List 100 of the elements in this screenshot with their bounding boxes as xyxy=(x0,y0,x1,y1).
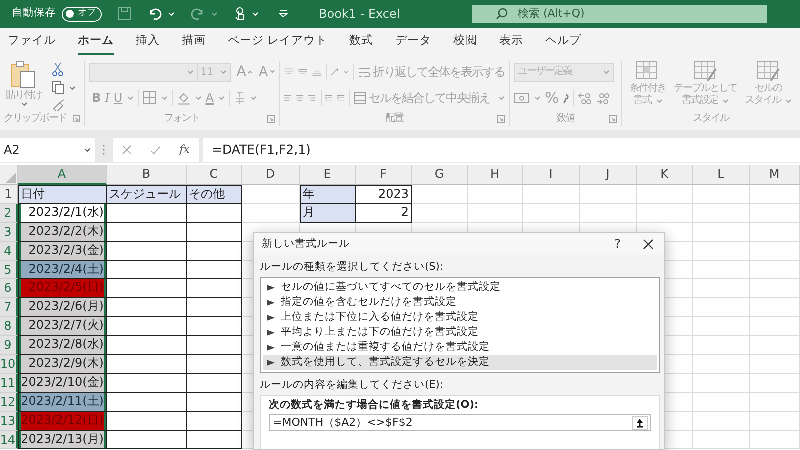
group-label: 数値 xyxy=(556,113,574,125)
column-header[interactable]: H xyxy=(468,165,523,185)
empty-cell xyxy=(750,204,800,223)
borders-icon[interactable] xyxy=(142,91,157,105)
customize-icon[interactable] xyxy=(279,10,288,18)
column-header[interactable]: C xyxy=(187,165,242,185)
touch-mode-icon[interactable] xyxy=(234,6,246,22)
table-cell xyxy=(187,279,242,298)
scissors-icon[interactable] xyxy=(52,62,64,77)
empty-cell xyxy=(750,392,800,412)
dialog-launcher-icon[interactable] xyxy=(497,114,505,123)
column-header[interactable]: F xyxy=(356,165,412,185)
select-all-icon[interactable] xyxy=(6,173,16,183)
decrease-decimal-icon[interactable] xyxy=(596,92,610,104)
rule-type-item[interactable]: 数式を使用して、書式設定するセルを決定 xyxy=(263,355,657,370)
empty-cell xyxy=(693,222,750,242)
row-number[interactable]: 11 xyxy=(0,374,18,393)
merge-cells-icon xyxy=(354,92,368,104)
row-number[interactable]: 1 xyxy=(0,185,18,204)
ribbon-tab[interactable]: ページ レイアウト xyxy=(228,31,328,55)
column-header[interactable]: I xyxy=(523,165,580,185)
ribbon-tab[interactable]: 表示 xyxy=(500,31,524,55)
table-cell xyxy=(187,317,242,336)
ribbon-tab[interactable]: 描画 xyxy=(182,31,206,55)
caret-icon xyxy=(220,70,227,74)
font-name-field[interactable] xyxy=(89,62,198,82)
ribbon-tab[interactable]: 校閲 xyxy=(454,31,478,55)
column-heading: 日付 xyxy=(18,185,107,204)
enter-icon[interactable] xyxy=(150,146,162,154)
column-header[interactable]: B xyxy=(107,165,187,185)
search-icon xyxy=(496,8,508,20)
row-number[interactable]: 8 xyxy=(0,317,18,336)
table-cell: 年 xyxy=(300,185,356,204)
collapse-dialog-icon[interactable] xyxy=(632,416,648,430)
phonetic-guide-icon[interactable] xyxy=(234,91,246,105)
table-cell xyxy=(187,336,242,356)
column-header[interactable]: G xyxy=(412,165,468,185)
column-header[interactable]: K xyxy=(637,165,693,185)
row-number[interactable]: 5 xyxy=(0,260,18,280)
empty-cell xyxy=(693,260,750,280)
row-number[interactable]: 9 xyxy=(0,336,18,356)
ribbon-tab[interactable]: 数式 xyxy=(350,31,374,55)
caret-icon xyxy=(168,12,175,16)
caret-icon xyxy=(252,12,259,16)
column-header[interactable]: D xyxy=(242,165,300,185)
save-icon[interactable] xyxy=(118,7,132,21)
row-number[interactable]: 10 xyxy=(0,355,18,374)
empty-cell xyxy=(693,355,750,374)
redo-icon[interactable] xyxy=(191,7,205,21)
row-number[interactable]: 4 xyxy=(0,242,18,261)
column-header[interactable]: J xyxy=(580,165,637,185)
empty-cell xyxy=(693,185,750,204)
row-number[interactable]: 14 xyxy=(0,430,18,450)
cancel-icon[interactable] xyxy=(122,145,132,155)
row-number[interactable]: 6 xyxy=(0,279,18,298)
date-cell: 2023/2/10(金) xyxy=(18,374,107,393)
help-button[interactable]: ? xyxy=(608,238,627,250)
empty-cell xyxy=(750,430,800,450)
row-number[interactable]: 13 xyxy=(0,412,18,431)
increase-decimal-icon[interactable] xyxy=(578,92,592,104)
dialog-launcher-icon[interactable] xyxy=(609,114,617,123)
fill-color-icon[interactable] xyxy=(176,91,191,105)
copy-icon[interactable] xyxy=(52,81,65,95)
empty-cell xyxy=(750,298,800,318)
column-header[interactable]: E xyxy=(300,165,356,185)
row-number[interactable]: 3 xyxy=(0,222,18,242)
window-title: Book1 - Excel xyxy=(318,6,402,23)
formula-input[interactable]: =MONTH（$A2）<>$F$2 xyxy=(269,414,651,431)
dialog-launcher-icon[interactable] xyxy=(73,115,80,123)
undo-icon[interactable] xyxy=(148,7,162,21)
ribbon-tab[interactable]: ヘルプ xyxy=(546,31,582,55)
caret-icon xyxy=(498,96,506,100)
date-cell: 2023/2/5(日) xyxy=(18,279,107,298)
row-number[interactable]: 2 xyxy=(0,204,18,223)
formula-field[interactable]: =DATE(F1,F2,1) xyxy=(203,138,800,162)
date-cell: 2023/2/2(木) xyxy=(18,222,107,242)
close-icon[interactable] xyxy=(643,238,654,250)
insert-function-button[interactable]: fx xyxy=(180,142,190,158)
comma-style-icon[interactable] xyxy=(563,92,570,104)
cell-styles-icon xyxy=(756,61,780,83)
autosave-toggle[interactable]: オフ xyxy=(62,6,102,22)
empty-cell xyxy=(750,355,800,374)
ribbon-tab[interactable]: ファイル xyxy=(8,31,56,55)
accounting-format-icon[interactable] xyxy=(514,92,530,104)
caret-up-icon xyxy=(248,70,254,74)
row-number[interactable]: 7 xyxy=(0,298,18,318)
search-field[interactable]: 検索 (Alt+Q) xyxy=(472,5,767,23)
dialog-launcher-icon[interactable] xyxy=(267,114,275,123)
format-painter-icon[interactable] xyxy=(52,99,66,111)
name-box[interactable]: A2 xyxy=(0,138,95,162)
column-header[interactable]: M xyxy=(750,165,800,185)
table-cell xyxy=(187,298,242,318)
empty-cell xyxy=(693,336,750,356)
ribbon-tab[interactable]: 挿入 xyxy=(136,31,160,55)
clipboard-icon xyxy=(11,61,37,89)
row-number[interactable]: 12 xyxy=(0,392,18,412)
ribbon-tab[interactable]: データ xyxy=(396,31,432,55)
column-header[interactable]: L xyxy=(693,165,750,185)
column-header[interactable]: A xyxy=(18,165,107,185)
caret-icon xyxy=(603,70,610,74)
